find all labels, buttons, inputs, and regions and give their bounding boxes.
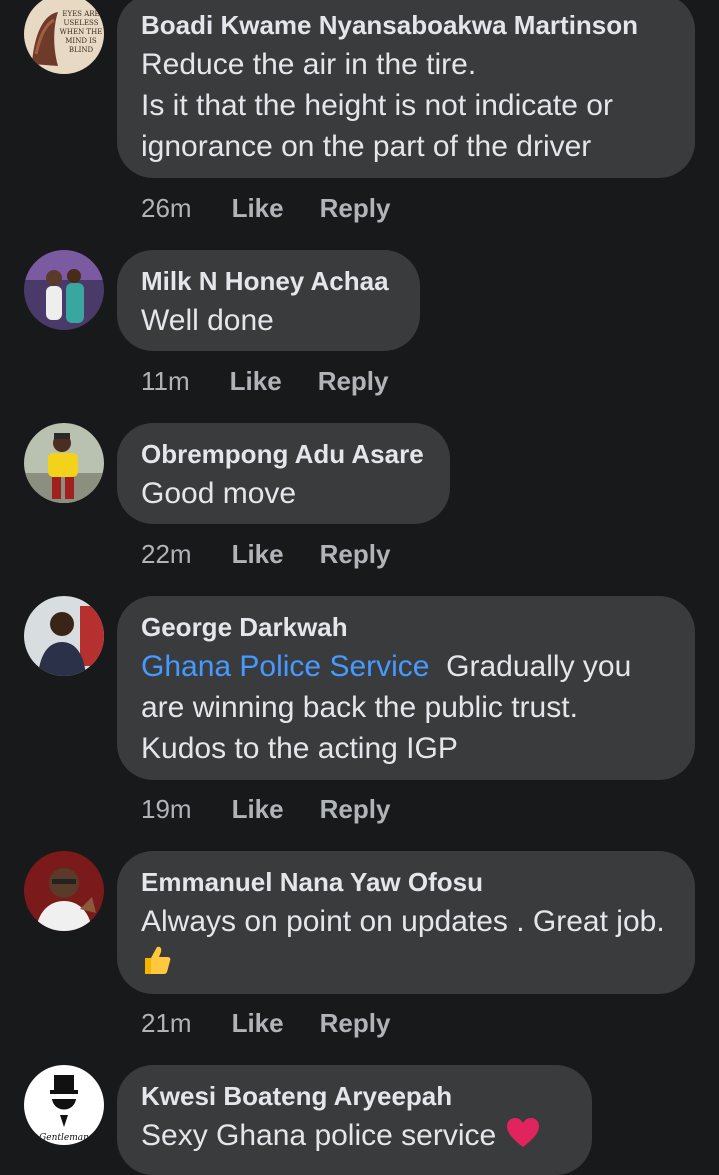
- comment-actions: 26m Like Reply: [141, 193, 426, 224]
- avatar-image: [24, 596, 104, 676]
- comment-author[interactable]: Boadi Kwame Nyansaboakwa Martinson: [141, 10, 671, 40]
- comment-author[interactable]: Emmanuel Nana Yaw Ofosu: [141, 867, 671, 897]
- comment-bubble[interactable]: George Darkwah Ghana Police Service Grad…: [117, 596, 695, 780]
- comment-bubble[interactable]: Emmanuel Nana Yaw Ofosu Always on point …: [117, 851, 695, 994]
- comment-actions: 19m Like Reply: [141, 794, 426, 825]
- comment-bubble[interactable]: Boadi Kwame Nyansaboakwa Martinson Reduc…: [117, 0, 695, 178]
- reply-button[interactable]: Reply: [320, 1008, 391, 1038]
- comment-actions: 21m Like Reply: [141, 1008, 426, 1039]
- comment-time[interactable]: 21m: [141, 1008, 192, 1038]
- comment-text: Reduce the air in the tire. Is it that t…: [141, 48, 613, 163]
- comment-text: Good move: [141, 477, 297, 510]
- comment-body: Always on point on updates . Great job.: [141, 905, 665, 938]
- avatar-image: Gentleman: [24, 1065, 104, 1145]
- comment-text: Always on point on updates . Great job.: [141, 901, 671, 987]
- like-button[interactable]: Like: [232, 794, 284, 824]
- svg-text:BLIND: BLIND: [69, 46, 94, 54]
- like-button[interactable]: Like: [232, 193, 284, 223]
- avatar-image: [24, 423, 104, 503]
- avatar-image: [24, 851, 104, 931]
- comment-time[interactable]: 19m: [141, 794, 192, 824]
- svg-text:Gentleman: Gentleman: [39, 1133, 89, 1143]
- avatar[interactable]: EYES ARE USELESS WHEN THE MIND IS BLIND: [24, 0, 104, 74]
- like-button[interactable]: Like: [232, 1008, 284, 1038]
- comment-actions: 22m Like Reply: [141, 539, 426, 570]
- red-heart-icon: [505, 1117, 541, 1160]
- avatar[interactable]: Gentleman: [24, 1065, 104, 1145]
- comment-author[interactable]: George Darkwah: [141, 612, 671, 642]
- reply-button[interactable]: Reply: [320, 193, 391, 223]
- svg-text:USELESS: USELESS: [63, 19, 98, 27]
- comment-time[interactable]: 11m: [141, 366, 190, 396]
- comment-text: Ghana Police Service Gradually you are w…: [141, 646, 671, 769]
- svg-text:EYES ARE: EYES ARE: [62, 10, 99, 18]
- comment-author[interactable]: Obrempong Adu Asare: [141, 439, 426, 469]
- svg-text:MIND IS: MIND IS: [65, 37, 97, 45]
- avatar[interactable]: [24, 250, 104, 330]
- svg-text:WHEN THE: WHEN THE: [60, 28, 103, 36]
- comment-bubble[interactable]: Milk N Honey Achaa Well done: [117, 250, 420, 351]
- like-button[interactable]: Like: [230, 366, 282, 396]
- mention-link[interactable]: Ghana Police Service: [141, 650, 430, 683]
- avatar-image: [24, 250, 104, 330]
- comment-author[interactable]: Kwesi Boateng Aryeepah: [141, 1081, 568, 1111]
- thumbs-up-icon: [141, 944, 173, 987]
- comment-time[interactable]: 22m: [141, 539, 192, 569]
- comment-actions: 11m Like Reply: [141, 366, 425, 397]
- comment-time[interactable]: 26m: [141, 193, 192, 223]
- avatar[interactable]: [24, 423, 104, 503]
- comment-bubble[interactable]: Kwesi Boateng Aryeepah Sexy Ghana police…: [117, 1065, 592, 1175]
- comment-text: Sexy Ghana police service: [141, 1115, 568, 1160]
- reply-button[interactable]: Reply: [320, 539, 391, 569]
- comment-body: Sexy Ghana police service: [141, 1119, 497, 1152]
- comment-bubble[interactable]: Obrempong Adu Asare Good move: [117, 423, 450, 524]
- reply-button[interactable]: Reply: [318, 366, 389, 396]
- like-button[interactable]: Like: [232, 539, 284, 569]
- avatar-image: EYES ARE USELESS WHEN THE MIND IS BLIND: [24, 0, 104, 74]
- reply-button[interactable]: Reply: [320, 794, 391, 824]
- comment-text: Well done: [141, 304, 274, 337]
- avatar[interactable]: [24, 851, 104, 931]
- comment-author[interactable]: Milk N Honey Achaa: [141, 266, 396, 296]
- avatar[interactable]: [24, 596, 104, 676]
